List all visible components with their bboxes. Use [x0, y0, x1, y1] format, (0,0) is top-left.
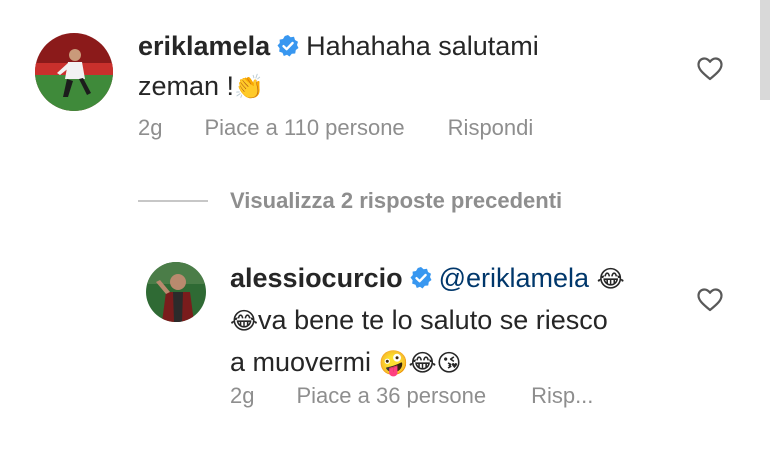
- likes-count[interactable]: Piace a 110 persone: [204, 115, 404, 141]
- clapping-hands-emoji: 👏: [234, 74, 264, 101]
- avatar-image: [35, 33, 113, 111]
- view-replies-label[interactable]: Visualizza 2 risposte precedenti: [230, 188, 562, 214]
- heart-icon[interactable]: [697, 288, 723, 312]
- tears-of-joy-emoji: 😂: [596, 266, 625, 293]
- reply-button[interactable]: Risp...: [531, 383, 593, 409]
- avatar-eriklamela[interactable]: [35, 33, 113, 111]
- username[interactable]: alessiocurcio: [230, 263, 403, 293]
- divider-line: [138, 200, 208, 202]
- view-previous-replies[interactable]: Visualizza 2 risposte precedenti: [138, 188, 562, 214]
- scrollbar[interactable]: [760, 0, 770, 100]
- comment-eriklamela: eriklamela Hahahaha salutami zeman !👏: [138, 26, 698, 108]
- reply-meta-row: 2g Piace a 36 persone Risp...: [230, 383, 593, 409]
- timestamp: 2g: [230, 383, 255, 408]
- heart-icon[interactable]: [697, 57, 723, 81]
- verified-badge-icon: [276, 34, 300, 58]
- mention-link[interactable]: @eriklamela: [439, 263, 589, 293]
- username[interactable]: eriklamela: [138, 31, 270, 61]
- tears-of-joy-emoji: 😂: [230, 308, 259, 335]
- likes-count[interactable]: Piace a 36 persone: [296, 383, 486, 409]
- comment-text-line2: zeman !: [138, 71, 235, 101]
- avatar-alessiocurcio[interactable]: [146, 262, 206, 322]
- reply-text-line3: a muovermi: [230, 347, 372, 377]
- reply-button[interactable]: Rispondi: [448, 115, 534, 141]
- reply-alessiocurcio: alessiocurcio @eriklamela 😂 😂va bene te l…: [230, 258, 690, 384]
- reply-text-line2: va bene te lo saluto se riesco: [258, 305, 608, 335]
- avatar-image: [146, 262, 206, 322]
- comment-meta-row: 2g Piace a 110 persone Rispondi: [138, 115, 533, 141]
- verified-badge-icon: [409, 266, 433, 290]
- comment-text-line1: Hahahaha salutami: [306, 31, 539, 61]
- timestamp: 2g: [138, 115, 163, 140]
- emoji-group: 🤪😂😘: [378, 350, 462, 377]
